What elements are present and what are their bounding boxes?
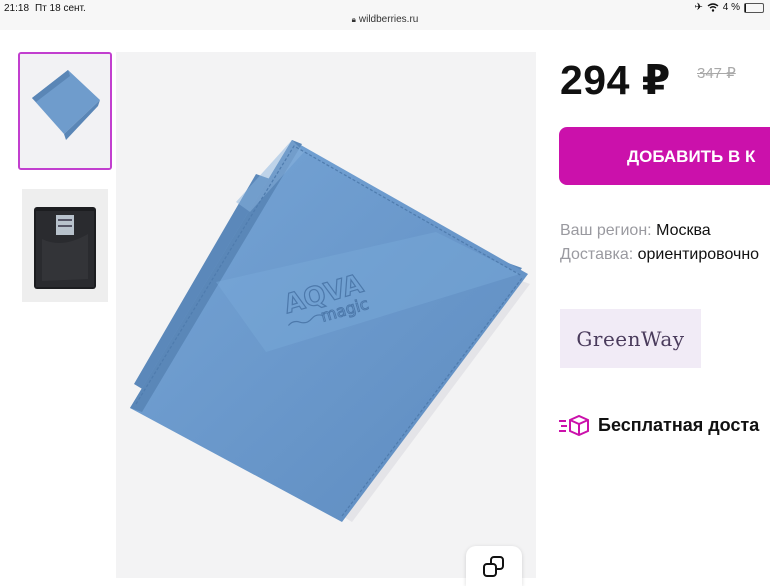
brand-logo[interactable]: GreenWay	[560, 309, 701, 368]
delivery-box-icon	[559, 414, 589, 436]
add-to-cart-button[interactable]: ДОБАВИТЬ В К	[559, 127, 770, 185]
wifi-icon	[707, 3, 719, 12]
status-time: 21:18	[4, 3, 30, 14]
battery-icon	[744, 2, 764, 13]
towel-image: AQVA magic	[116, 52, 536, 578]
old-price: 347 ₽	[697, 65, 736, 82]
status-date: Пт 18 сент.	[35, 3, 86, 14]
thumbnail-cloth-image	[20, 54, 110, 168]
status-indicators: ✈ 4 %	[694, 2, 764, 13]
status-bar: 21:18 Пт 18 сент. ✈ 4 % 🔒︎ wildberries.ru	[0, 0, 770, 30]
lock-icon: 🔒︎	[351, 15, 356, 24]
url-bar[interactable]: 🔒︎ wildberries.ru	[0, 14, 770, 28]
free-delivery-text: Бесплатная доста	[598, 414, 760, 435]
region-value[interactable]: Москва	[656, 222, 711, 239]
brand-name: GreenWay	[576, 326, 685, 351]
battery-percent: 4 %	[722, 2, 740, 13]
add-to-cart-label: ДОБАВИТЬ В К	[627, 147, 756, 166]
thumbnail-1[interactable]	[18, 52, 112, 170]
zoom-button[interactable]	[466, 546, 522, 586]
thumbnail-2[interactable]	[22, 189, 108, 302]
region-row: Ваш регион: Москва	[560, 222, 711, 240]
url-text: wildberries.ru	[358, 14, 419, 25]
delivery-label: Доставка:	[560, 246, 634, 263]
delivery-value: ориентировочно	[637, 246, 760, 263]
free-delivery-banner: Бесплатная доста	[558, 414, 759, 436]
current-price: 294 ₽	[560, 57, 671, 103]
thumbnail-package-image	[22, 189, 108, 302]
airplane-icon: ✈	[694, 2, 703, 13]
expand-icon	[483, 556, 504, 577]
delivery-row: Доставка: ориентировочно	[560, 246, 759, 264]
region-label: Ваш регион:	[560, 222, 652, 239]
main-product-image[interactable]: AQVA magic	[116, 52, 536, 578]
